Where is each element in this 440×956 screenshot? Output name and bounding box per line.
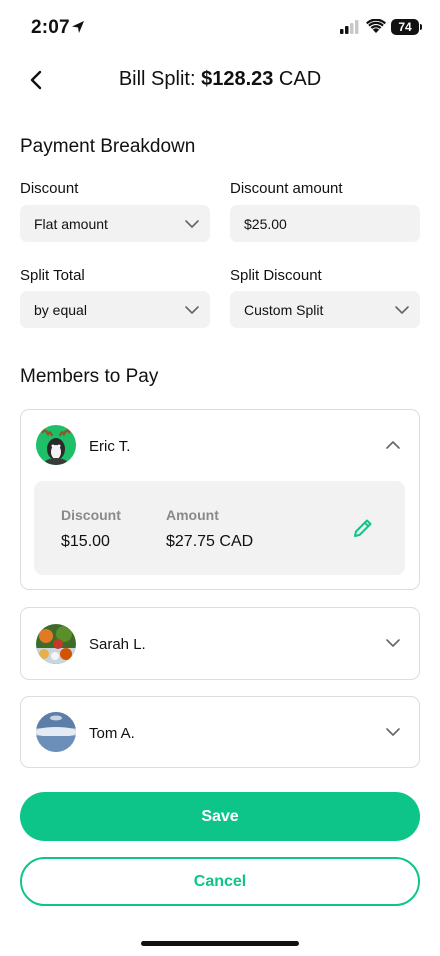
member-discount-value: $15.00 <box>61 533 110 550</box>
split-discount-select[interactable]: Custom Split <box>230 291 420 328</box>
battery-icon: 74 <box>391 19 422 35</box>
discount-type-select[interactable]: Flat amount <box>20 205 210 242</box>
chevron-down-icon <box>395 306 409 314</box>
member-amount-value: $27.75 CAD <box>166 533 254 550</box>
discount-type-value: Flat amount <box>34 215 108 232</box>
header: Bill Split: $128.23 CAD <box>0 60 440 100</box>
split-total-select[interactable]: by equal <box>20 291 210 328</box>
edit-button[interactable] <box>352 517 374 539</box>
member-card-sarah[interactable]: Sarah L. <box>20 607 420 680</box>
chevron-down-icon <box>185 306 199 314</box>
collapse-toggle[interactable] <box>385 437 401 458</box>
discount-amount-input[interactable]: $25.00 <box>230 205 420 242</box>
home-indicator <box>141 941 299 946</box>
discount-amount-value: $25.00 <box>244 215 287 232</box>
chevron-up-icon <box>386 441 400 449</box>
location-arrow-icon <box>72 21 84 33</box>
status-time: 2:07 <box>31 17 70 38</box>
save-button[interactable]: Save <box>20 792 420 841</box>
cellular-signal-icon <box>340 20 359 34</box>
expand-toggle[interactable] <box>385 724 401 745</box>
status-bar: 2:07 74 <box>0 0 440 56</box>
split-discount-label: Split Discount <box>230 267 322 284</box>
payment-breakdown-title: Payment Breakdown <box>20 136 196 157</box>
chevron-down-icon <box>185 220 199 228</box>
avatar <box>36 425 76 465</box>
title-amount: $128.23 <box>201 68 274 90</box>
split-total-value: by equal <box>34 301 87 318</box>
avatar <box>36 712 76 752</box>
title-currency: CAD <box>273 68 322 90</box>
page-title: Bill Split: $128.23 CAD <box>0 68 440 91</box>
wifi-icon <box>366 19 386 33</box>
member-name: Sarah L. <box>89 636 146 653</box>
cancel-button[interactable]: Cancel <box>20 857 420 906</box>
member-discount-label: Discount <box>61 507 121 523</box>
pencil-icon <box>354 519 372 537</box>
discount-amount-label: Discount amount <box>230 180 343 197</box>
discount-label: Discount <box>20 180 79 197</box>
member-name: Eric T. <box>89 438 131 455</box>
member-card-tom[interactable]: Tom A. <box>20 696 420 768</box>
avatar <box>36 624 76 664</box>
member-amount-label: Amount <box>166 507 219 523</box>
split-total-label: Split Total <box>20 267 85 284</box>
title-prefix: Bill Split: <box>118 68 202 90</box>
split-discount-value: Custom Split <box>244 301 324 318</box>
member-detail-box: Discount $15.00 Amount $27.75 CAD <box>34 481 405 575</box>
member-name: Tom A. <box>89 725 135 742</box>
member-card-eric: Eric T. Discount $15.00 Amount $27.75 CA… <box>20 409 420 590</box>
chevron-down-icon <box>386 728 400 736</box>
members-to-pay-title: Members to Pay <box>20 366 159 387</box>
expand-toggle[interactable] <box>385 635 401 656</box>
chevron-down-icon <box>386 639 400 647</box>
